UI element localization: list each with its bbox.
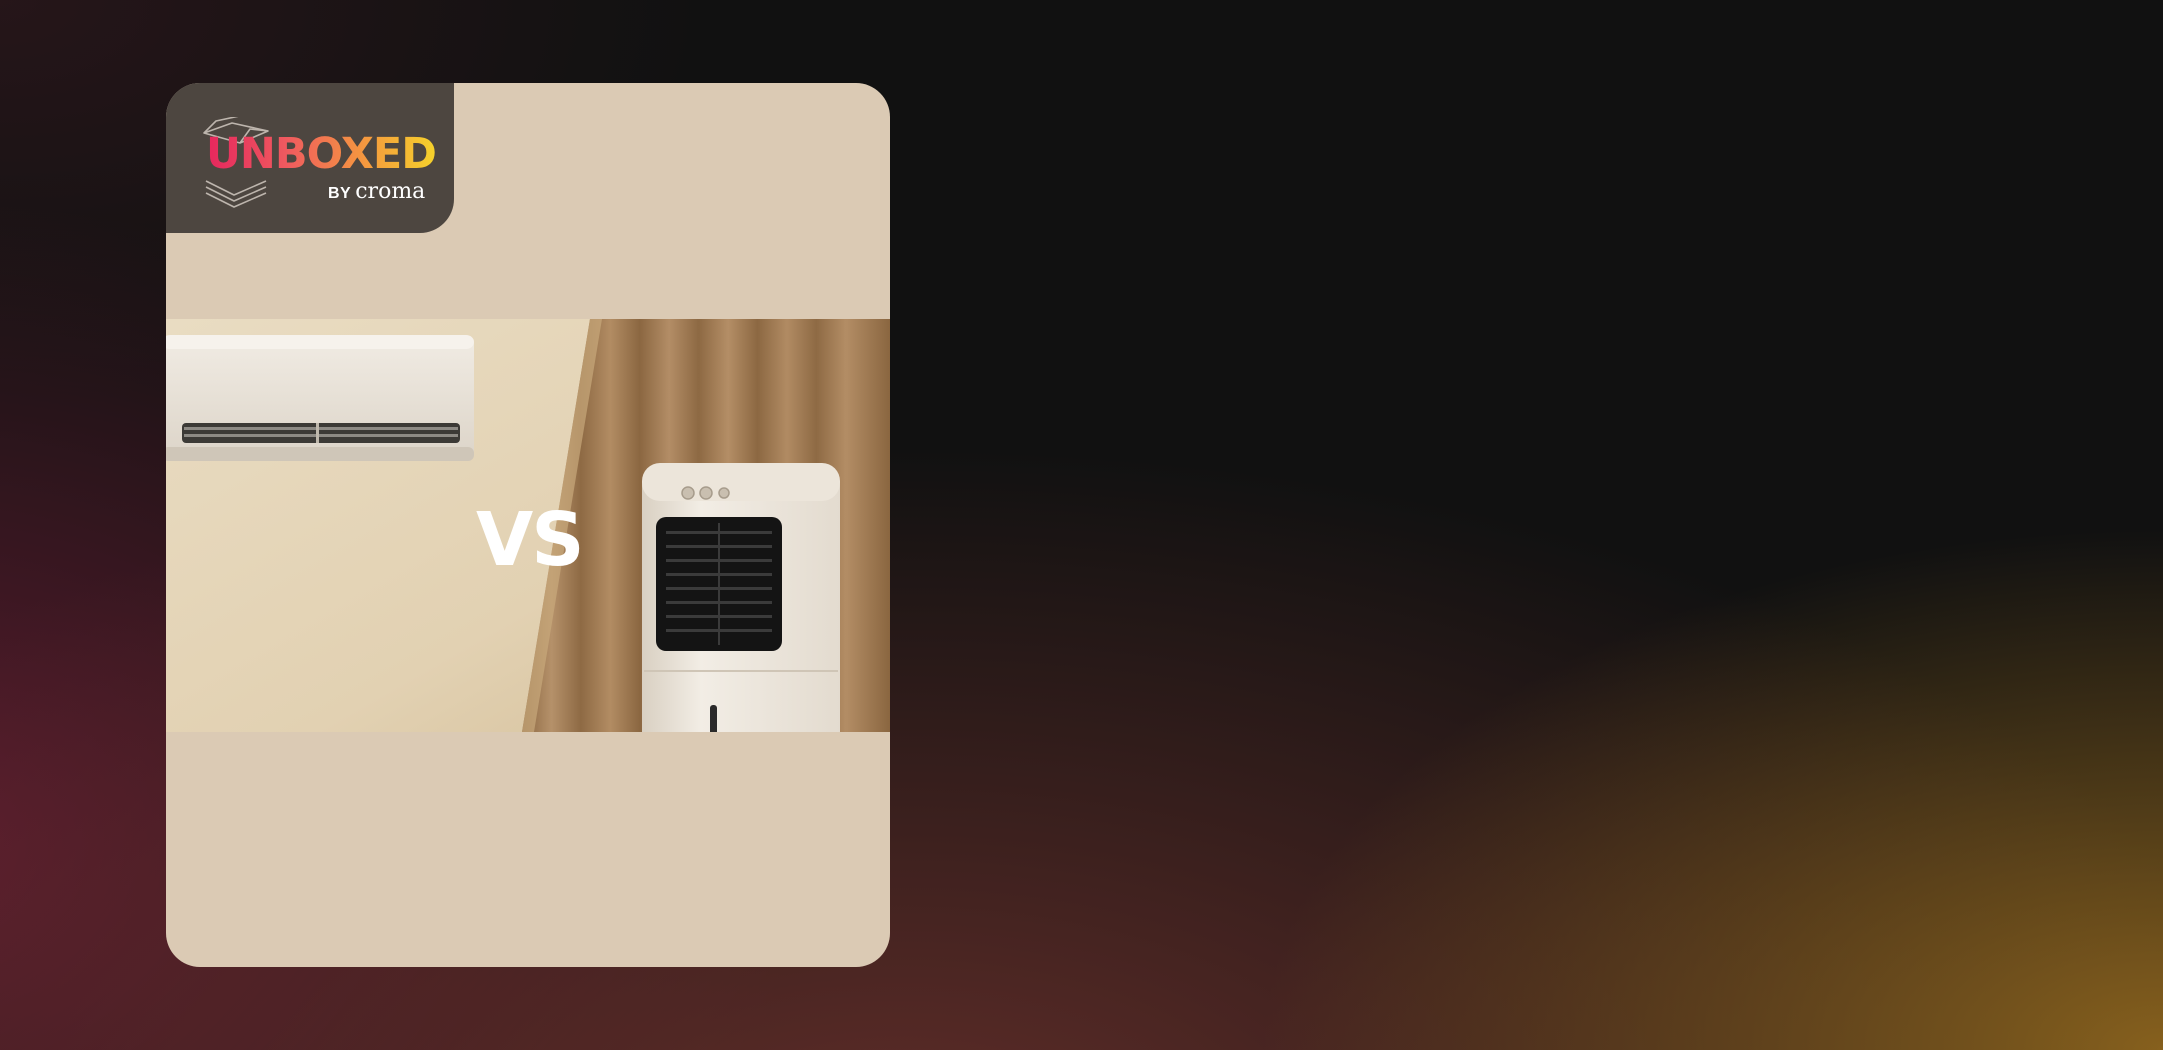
versus-label: VS (476, 497, 585, 583)
hero-image: VS (166, 319, 890, 732)
logo-by: BY (328, 185, 352, 202)
logo-wordmark: UNBOXED (206, 129, 437, 179)
logo-byline: BY croma (328, 179, 425, 204)
brand-logo[interactable]: UNBOXED BY croma (166, 83, 454, 233)
logo-brand: croma (355, 179, 426, 204)
article-card[interactable]: UNBOXED BY croma VS (166, 83, 890, 967)
